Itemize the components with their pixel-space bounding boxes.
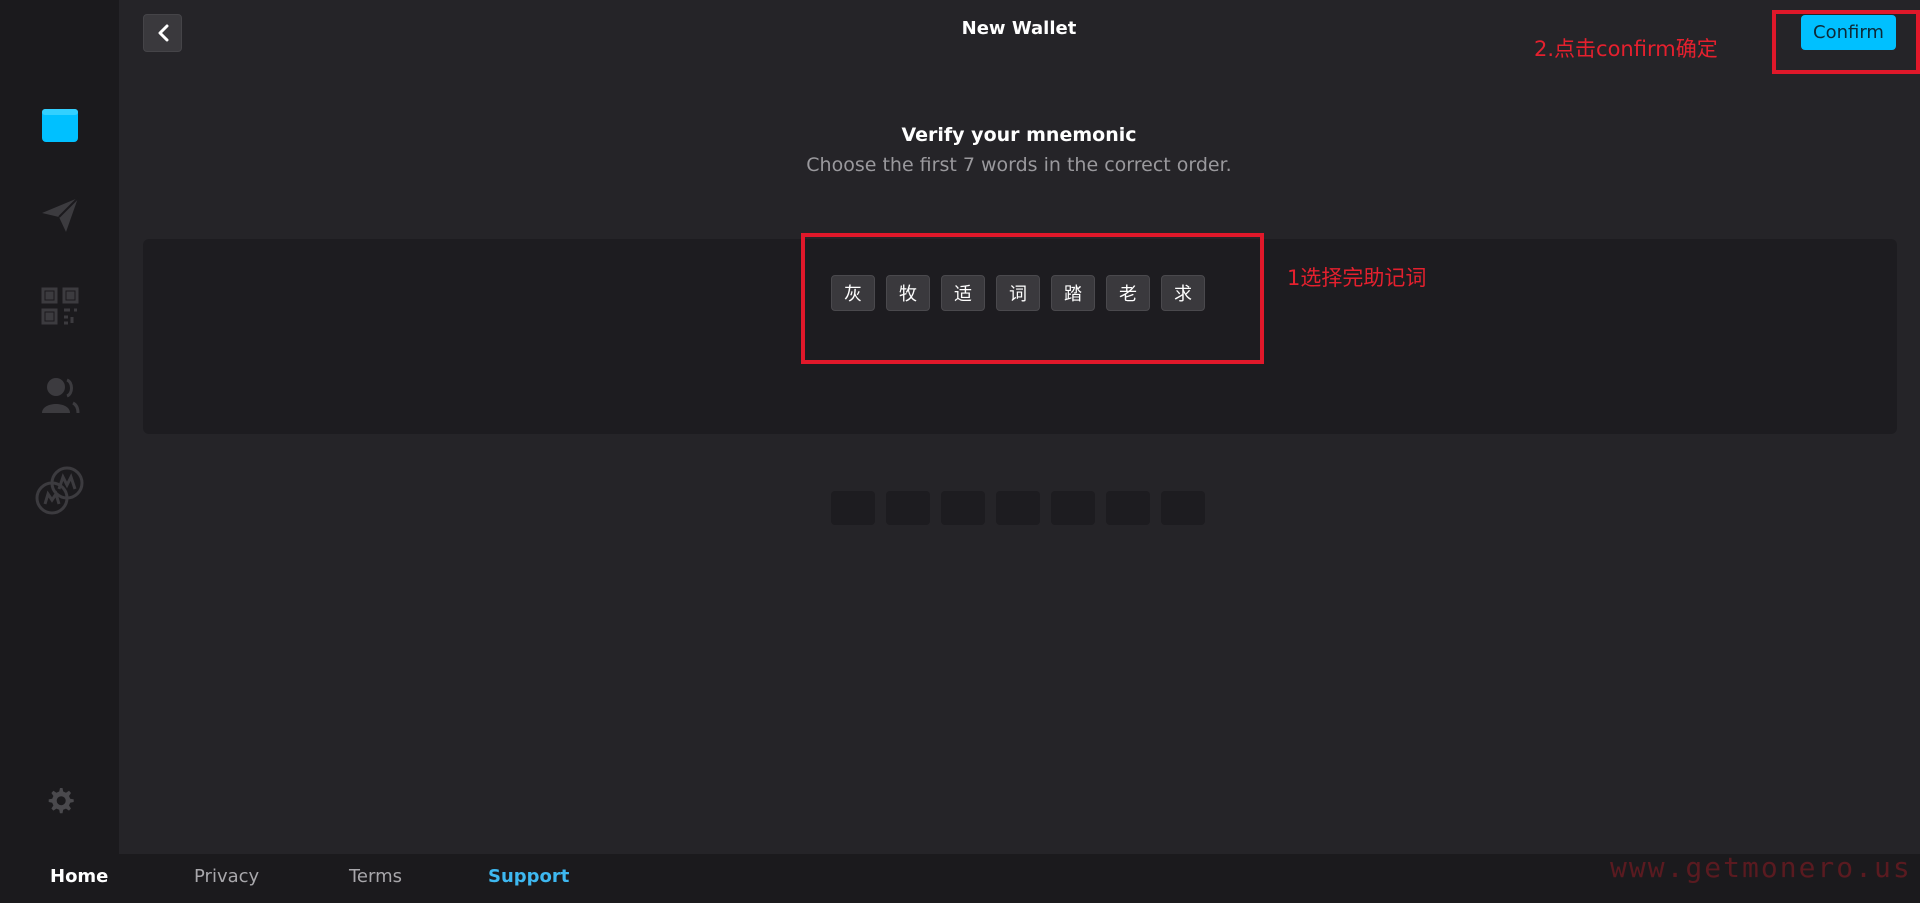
back-button[interactable] xyxy=(143,14,182,52)
empty-word-slot[interactable] xyxy=(996,491,1040,525)
empty-word-slot[interactable] xyxy=(831,491,875,525)
empty-word-slot[interactable] xyxy=(886,491,930,525)
empty-word-slot[interactable] xyxy=(941,491,985,525)
send-icon[interactable] xyxy=(40,195,80,235)
wallet-icon[interactable] xyxy=(40,105,80,145)
empty-word-slot[interactable] xyxy=(1051,491,1095,525)
sidebar xyxy=(0,0,119,854)
footer-support-link[interactable]: Support xyxy=(488,866,569,887)
empty-word-slot[interactable] xyxy=(1106,491,1150,525)
footer-terms-link[interactable]: Terms xyxy=(349,866,402,887)
contacts-icon[interactable] xyxy=(40,375,80,415)
annotation-box-confirm xyxy=(1772,10,1920,74)
settings-gear-icon[interactable] xyxy=(45,785,75,815)
monero-exchange-icon[interactable] xyxy=(34,464,86,516)
verify-subtitle: Choose the first 7 words in the correct … xyxy=(806,154,1232,176)
watermark: www.getmonero.us xyxy=(1610,851,1912,884)
annotation-step1: 1选择完助记词 xyxy=(1287,266,1427,290)
footer-privacy-link[interactable]: Privacy xyxy=(194,866,259,887)
qr-code-icon[interactable] xyxy=(40,286,80,326)
annotation-step2: 2.点击confirm确定 xyxy=(1534,37,1718,61)
annotation-box-words xyxy=(801,233,1264,364)
footer-home-link[interactable]: Home xyxy=(50,866,108,887)
chevron-left-icon xyxy=(158,24,168,42)
verify-title: Verify your mnemonic xyxy=(901,124,1137,146)
page-title: New Wallet xyxy=(961,18,1077,39)
empty-word-slot[interactable] xyxy=(1161,491,1205,525)
